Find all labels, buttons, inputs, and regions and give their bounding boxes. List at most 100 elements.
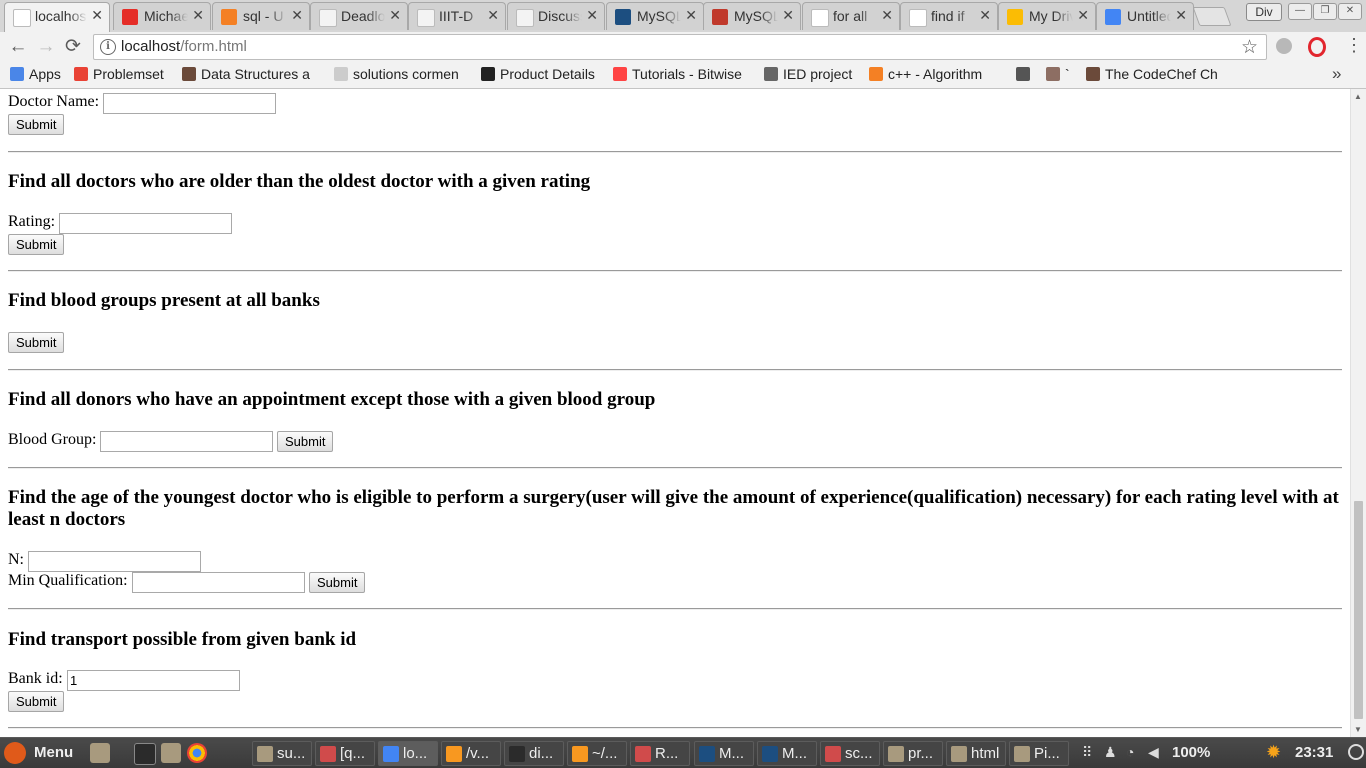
scroll-up-arrow-icon[interactable]: ▲ [1354, 92, 1362, 101]
tab-close-icon[interactable]: ✕ [782, 7, 794, 24]
opera-extension-icon[interactable] [1308, 37, 1326, 57]
bookmark-item[interactable]: ` [1046, 66, 1080, 82]
blood-groups-submit-button[interactable]: Submit [8, 332, 65, 353]
close-window-button[interactable]: ✕ [1338, 3, 1362, 20]
tab-title: Untitled [1127, 8, 1171, 24]
terminal-launcher-icon[interactable] [134, 743, 156, 765]
info-icon[interactable]: i [100, 39, 116, 55]
workspace-grid-icon[interactable]: ⠿ [1082, 745, 1096, 759]
tab[interactable]: MySQL ✕ [606, 2, 704, 30]
transport-submit-button[interactable]: Submit [8, 691, 65, 712]
wifi-icon[interactable]: ◔ [1126, 745, 1140, 759]
tab[interactable]: for all ✕ [802, 2, 900, 30]
tab[interactable]: MySQL ✕ [703, 2, 801, 30]
tab[interactable]: find if ✕ [900, 2, 998, 30]
tab-close-icon[interactable]: ✕ [389, 7, 401, 24]
bookmark-item[interactable]: Tutorials - Bitwise [613, 66, 753, 82]
folder-icon [764, 67, 778, 81]
taskbar-window-button[interactable]: [q... [315, 741, 375, 766]
tab-close-icon[interactable]: ✕ [487, 7, 499, 24]
youngest-doctor-submit-button[interactable]: Submit [309, 572, 366, 593]
tab-close-icon[interactable]: ✕ [192, 7, 204, 24]
power-icon[interactable] [1348, 744, 1364, 760]
bookmark-item[interactable]: Apps [10, 66, 70, 82]
tab-close-icon[interactable]: ✕ [1077, 7, 1089, 24]
taskbar-window-button[interactable]: Pi... [1009, 741, 1069, 766]
tab[interactable]: Michael ✕ [113, 2, 211, 30]
show-desktop-icon[interactable] [90, 743, 110, 763]
tab-close-icon[interactable]: ✕ [685, 7, 697, 24]
tab[interactable]: IIIT-D ✕ [408, 2, 506, 30]
editor-icon [635, 746, 651, 762]
bookmark-item[interactable]: solutions cormen [334, 66, 468, 82]
extension-globe-icon[interactable] [1276, 38, 1292, 54]
rating-submit-button[interactable]: Submit [8, 234, 65, 255]
maximize-button[interactable]: ❐ [1313, 3, 1337, 20]
tab[interactable]: Discussion✕ [507, 2, 605, 30]
bookmark-item[interactable] [1016, 66, 1040, 82]
forward-button[interactable]: → [36, 37, 56, 57]
battery-indicator[interactable]: 100% [1172, 744, 1210, 761]
scroll-down-arrow-icon[interactable]: ▼ [1354, 725, 1362, 734]
taskbar-window-button[interactable]: di... [504, 741, 564, 766]
doctor-name-submit-button[interactable]: Submit [8, 114, 65, 135]
profile-button[interactable]: Div [1246, 3, 1282, 21]
scrollbar-thumb[interactable] [1354, 501, 1363, 719]
taskbar-window-button[interactable]: pr... [883, 741, 943, 766]
taskbar-window-button[interactable]: su... [252, 741, 312, 766]
tab[interactable]: localhost/form.html✕ [4, 2, 110, 32]
files-launcher-icon[interactable] [161, 743, 181, 763]
taskbar-window-button[interactable]: sc... [820, 741, 880, 766]
bookmark-item[interactable]: IED project [764, 66, 858, 82]
tab[interactable]: sql - U ✕ [212, 2, 310, 30]
taskbar-window-button[interactable]: html [946, 741, 1006, 766]
taskbar-window-button[interactable]: M... [694, 741, 754, 766]
minimize-button[interactable]: — [1288, 3, 1312, 20]
min-qualification-input[interactable] [132, 572, 305, 593]
doctor-name-input[interactable] [103, 93, 276, 114]
tab-close-icon[interactable]: ✕ [979, 7, 991, 24]
tab[interactable]: My Drive✕ [998, 2, 1096, 30]
tab-close-icon[interactable]: ✕ [91, 7, 103, 24]
taskbar-window-button[interactable]: ~/... [567, 741, 627, 766]
n-input[interactable] [28, 551, 201, 572]
browser-menu-icon[interactable]: ⋮ [1345, 35, 1363, 55]
bookmark-item[interactable]: c++ - Algorithm [869, 66, 1007, 82]
tab-close-icon[interactable]: ✕ [881, 7, 893, 24]
tab[interactable]: Deadlock✕ [310, 2, 408, 30]
user-icon[interactable]: ♟ [1104, 745, 1118, 759]
taskbar-window-button[interactable]: M... [757, 741, 817, 766]
google-icon [909, 9, 927, 27]
url-text[interactable]: localhost/form.html [121, 38, 247, 55]
ubuntu-logo-icon[interactable] [4, 742, 26, 764]
new-tab-button[interactable] [1192, 7, 1232, 26]
bookmark-star-icon[interactable]: ☆ [1241, 36, 1258, 59]
n-label: N: [8, 551, 24, 568]
tab-close-icon[interactable]: ✕ [291, 7, 303, 24]
volume-icon[interactable]: ◀ [1148, 745, 1162, 759]
bookmark-item[interactable]: The CodeChef Ch [1086, 66, 1222, 82]
reload-button[interactable]: ⟳ [63, 37, 83, 57]
donors-submit-button[interactable]: Submit [277, 431, 334, 452]
address-bar[interactable]: i localhost/form.html ☆ [93, 34, 1267, 60]
taskbar-window-button[interactable]: /v... [441, 741, 501, 766]
bookmarks-overflow-button[interactable]: » [1332, 64, 1341, 84]
tab[interactable]: Untitled ✕ [1096, 2, 1194, 30]
chrome-launcher-icon[interactable] [187, 743, 207, 763]
bookmark-item[interactable]: Data Structures a [182, 66, 320, 82]
taskbar-window-button[interactable]: R... [630, 741, 690, 766]
clock[interactable]: 23:31 [1295, 744, 1333, 761]
folder-icon [257, 746, 273, 762]
back-button[interactable]: ← [8, 37, 28, 57]
start-menu-button[interactable]: Menu [34, 744, 73, 761]
bookmark-item[interactable]: Problemset [74, 66, 176, 82]
tab-close-icon[interactable]: ✕ [586, 7, 598, 24]
bookmark-item[interactable]: Product Details [481, 66, 605, 82]
rating-input[interactable] [59, 213, 232, 234]
page-scrollbar[interactable]: ▲ ▼ [1350, 89, 1366, 737]
blood-group-input[interactable] [100, 431, 273, 452]
bank-id-input[interactable] [67, 670, 240, 691]
tab-close-icon[interactable]: ✕ [1175, 7, 1187, 24]
weather-icon[interactable]: ✹ [1266, 742, 1286, 762]
taskbar-window-button[interactable]: lo... [378, 741, 438, 766]
